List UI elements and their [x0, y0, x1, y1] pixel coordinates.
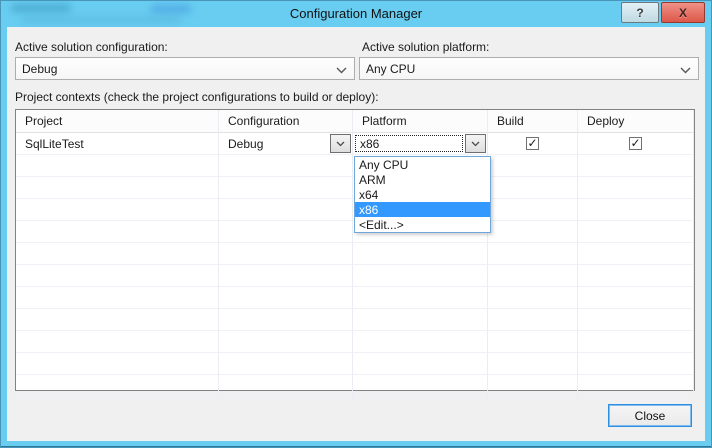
window-close-button[interactable]: X [661, 2, 705, 23]
build-cell: ✓ [488, 133, 578, 155]
deploy-checkbox[interactable]: ✓ [629, 137, 642, 150]
close-button[interactable]: Close [608, 404, 692, 427]
chevron-down-icon [336, 67, 347, 74]
table-row-empty [16, 287, 694, 309]
active-platform-combobox[interactable]: Any CPU [359, 57, 699, 80]
platform-dropdown-option[interactable]: x86 [355, 202, 490, 217]
platform-dropdown-option[interactable]: <Edit...> [355, 217, 490, 232]
configuration-manager-dialog: Configuration Manager ? X Active solutio… [0, 0, 712, 448]
platform-dropdown-button[interactable] [465, 134, 486, 153]
project-name-cell[interactable]: SqlLiteTest [16, 133, 219, 155]
project-contexts-caption: Project contexts (check the project conf… [15, 90, 379, 104]
active-platform-label: Active solution platform: [362, 40, 489, 54]
column-header-deploy[interactable]: Deploy [578, 110, 694, 133]
active-configuration-combobox[interactable]: Debug [15, 57, 355, 80]
configuration-dropdown-button[interactable] [330, 134, 351, 153]
table-row-empty [16, 375, 694, 397]
check-icon: ✓ [630, 138, 640, 149]
active-configuration-value: Debug [22, 62, 57, 76]
table-row-empty [16, 265, 694, 287]
chevron-down-icon [680, 67, 691, 74]
platform-dropdown-list: Any CPU ARM x64 x86 <Edit...> [354, 156, 491, 233]
deploy-cell: ✓ [578, 133, 694, 155]
table-row-empty [16, 331, 694, 353]
platform-dropdown-option[interactable]: Any CPU [355, 157, 490, 172]
platform-cell-value: x86 [360, 137, 379, 151]
table-row-empty [16, 353, 694, 375]
table-row: SqlLiteTest Debug x86 [16, 133, 694, 155]
configuration-cell-combobox[interactable]: Debug [219, 133, 353, 155]
window-title: Configuration Manager [1, 6, 711, 21]
active-platform-value: Any CPU [366, 62, 415, 76]
table-row-empty [16, 309, 694, 331]
build-checkbox[interactable]: ✓ [526, 137, 539, 150]
project-contexts-grid: Project Configuration Platform Build Dep… [15, 109, 695, 391]
column-header-configuration[interactable]: Configuration [219, 110, 353, 133]
configuration-cell-value: Debug [219, 133, 329, 154]
titlebar[interactable]: Configuration Manager ? X [1, 1, 711, 27]
column-header-platform[interactable]: Platform [353, 110, 488, 133]
platform-cell-combobox[interactable]: x86 [353, 133, 488, 155]
platform-dropdown-option[interactable]: x64 [355, 187, 490, 202]
column-header-project[interactable]: Project [16, 110, 219, 133]
dialog-client-area: Active solution configuration: Debug Act… [7, 27, 705, 441]
table-row-empty [16, 243, 694, 265]
grid-header-row: Project Configuration Platform Build Dep… [16, 110, 694, 133]
active-configuration-label: Active solution configuration: [15, 40, 168, 54]
chevron-down-icon [336, 141, 345, 147]
platform-cell-focus: x86 [355, 135, 463, 152]
chevron-down-icon [471, 141, 480, 147]
help-button[interactable]: ? [621, 2, 659, 23]
column-header-build[interactable]: Build [488, 110, 578, 133]
check-icon: ✓ [527, 138, 537, 149]
platform-dropdown-option[interactable]: ARM [355, 172, 490, 187]
